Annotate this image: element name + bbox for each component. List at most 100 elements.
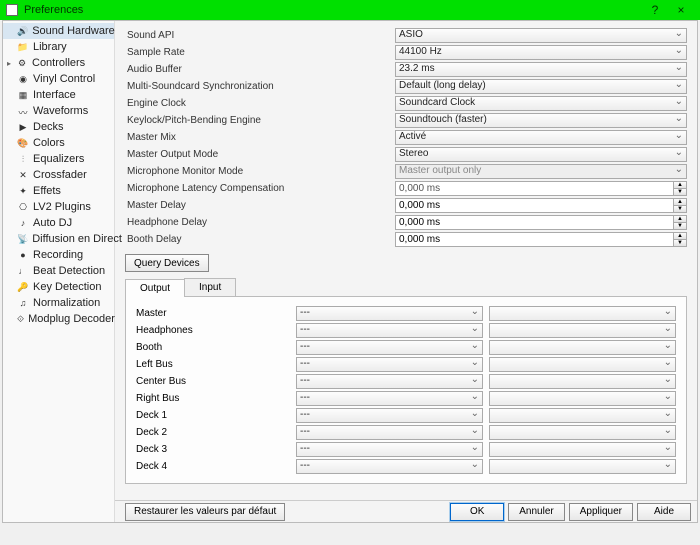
output-combo[interactable]: ---⌄ (296, 408, 483, 423)
output-combo[interactable]: ---⌄ (296, 374, 483, 389)
sidebar-item-controllers[interactable]: ▸⚙Controllers (3, 55, 114, 71)
sidebar-item-effets[interactable]: ✦Effets (3, 183, 114, 199)
output-grid: Master---⌄⌄Headphones---⌄⌄Booth---⌄⌄Left… (125, 297, 687, 484)
setting-spinbox[interactable] (395, 215, 673, 230)
setting-row: Sound APIASIO⌄ (125, 27, 687, 44)
help-button-footer[interactable]: Aide (637, 503, 691, 521)
setting-spinbox[interactable] (395, 232, 673, 247)
chevron-down-icon: ⌄ (664, 408, 672, 419)
setting-spinbox[interactable] (395, 198, 673, 213)
sidebar-item-recording[interactable]: ●Recording (3, 247, 114, 263)
sidebar-icon: ♪ (17, 218, 29, 228)
sidebar-item-library[interactable]: 📁Library (3, 39, 114, 55)
output-combo[interactable]: ---⌄ (296, 442, 483, 457)
output-combo[interactable]: ---⌄ (296, 357, 483, 372)
chevron-down-icon: ⌄ (471, 374, 479, 385)
setting-label: Multi-Soundcard Synchronization (125, 81, 395, 92)
setting-combo[interactable]: Soundtouch (faster)⌄ (395, 113, 687, 128)
sidebar-icon: ⟐ (17, 314, 24, 324)
output-row: Center Bus---⌄⌄ (136, 373, 676, 390)
ok-button[interactable]: OK (450, 503, 504, 521)
tab-input[interactable]: Input (184, 278, 236, 296)
sidebar-item-crossfader[interactable]: ✕Crossfader (3, 167, 114, 183)
sidebar-item-waveforms[interactable]: 〰Waveforms (3, 103, 114, 119)
spin-up-icon[interactable]: ▲ (673, 232, 687, 239)
spin-up-icon[interactable]: ▲ (673, 198, 687, 205)
sidebar-item-key-detection[interactable]: 🔑Key Detection (3, 279, 114, 295)
sidebar-item-beat-detection[interactable]: ♩Beat Detection (3, 263, 114, 279)
tab-output[interactable]: Output (125, 279, 185, 297)
sidebar-item-colors[interactable]: 🎨Colors (3, 135, 114, 151)
output-label: Center Bus (136, 376, 296, 387)
setting-label: Engine Clock (125, 98, 395, 109)
sidebar-item-vinyl-control[interactable]: ◉Vinyl Control (3, 71, 114, 87)
setting-spinbox (395, 181, 673, 196)
output-row: Master---⌄ ⌄ (136, 305, 676, 322)
setting-row: Audio Buffer23.2 ms⌄ (125, 61, 687, 78)
sidebar-item-interface[interactable]: ▦Interface (3, 87, 114, 103)
output-combo[interactable]: ⌄ (489, 374, 676, 389)
restore-defaults-button[interactable]: Restaurer les valeurs par défaut (125, 503, 285, 521)
sidebar-label: Sound Hardware (32, 25, 115, 37)
scroll-area[interactable]: Sound APIASIO⌄Sample Rate44100 Hz⌄Audio … (115, 21, 697, 500)
output-combo[interactable]: ---⌄ (296, 391, 483, 406)
setting-combo[interactable]: Soundcard Clock⌄ (395, 96, 687, 111)
setting-combo[interactable]: Activé⌄ (395, 130, 687, 145)
sidebar-item-equalizers[interactable]: ⫶Equalizers (3, 151, 114, 167)
output-combo[interactable]: ⌄ (489, 340, 676, 355)
sidebar-item-diffusion-en-direct[interactable]: 📡Diffusion en Direct (3, 231, 114, 247)
setting-combo[interactable]: Default (long delay)⌄ (395, 79, 687, 94)
sidebar-item-lv2-plugins[interactable]: ⎔LV2 Plugins (3, 199, 114, 215)
sidebar-icon: 🎨 (17, 138, 29, 148)
output-combo[interactable]: ⌄ (489, 442, 676, 457)
sidebar-item-modplug-decoder[interactable]: ⟐Modplug Decoder (3, 311, 114, 327)
output-label: Master (136, 308, 296, 319)
setting-label: Headphone Delay (125, 217, 395, 228)
setting-row: Master MixActivé⌄ (125, 129, 687, 146)
output-combo[interactable]: ⌄ (489, 459, 676, 474)
chevron-down-icon: ⌄ (664, 323, 672, 334)
chevron-down-icon: ⌄ (471, 408, 479, 419)
output-row: Deck 3---⌄⌄ (136, 441, 676, 458)
sidebar-item-decks[interactable]: ▶Decks (3, 119, 114, 135)
output-combo[interactable]: ---⌄ (296, 425, 483, 440)
setting-combo[interactable]: Stereo⌄ (395, 147, 687, 162)
apply-button[interactable]: Appliquer (569, 503, 633, 521)
titlebar: Preferences ? × (0, 0, 700, 20)
setting-combo[interactable]: 23.2 ms⌄ (395, 62, 687, 77)
output-combo[interactable]: ⌄ (489, 408, 676, 423)
chevron-down-icon: ⌄ (675, 130, 683, 141)
chevron-down-icon: ⌄ (664, 340, 672, 351)
output-combo[interactable]: ---⌄ (296, 340, 483, 355)
output-combo[interactable]: ⌄ (489, 425, 676, 440)
setting-row: Microphone Monitor ModeMaster output onl… (125, 163, 687, 180)
sidebar-label: LV2 Plugins (33, 201, 91, 213)
sidebar-label: Controllers (32, 57, 85, 69)
output-combo[interactable]: ⌄ (489, 357, 676, 372)
cancel-button[interactable]: Annuler (508, 503, 564, 521)
output-combo[interactable]: ---⌄ (296, 306, 483, 321)
spin-down-icon[interactable]: ▼ (673, 188, 687, 196)
sidebar-icon: ✦ (17, 186, 29, 196)
close-button[interactable]: × (668, 3, 694, 17)
spin-down-icon[interactable]: ▼ (673, 222, 687, 230)
help-button[interactable]: ? (642, 3, 668, 17)
spin-down-icon[interactable]: ▼ (673, 205, 687, 213)
setting-combo[interactable]: ASIO⌄ (395, 28, 687, 43)
sidebar-item-auto-dj[interactable]: ♪Auto DJ (3, 215, 114, 231)
query-devices-button[interactable]: Query Devices (125, 254, 209, 272)
sidebar-icon: ▦ (17, 90, 29, 100)
output-combo[interactable]: ⌄ (489, 391, 676, 406)
spin-up-icon[interactable]: ▲ (673, 215, 687, 222)
spin-up-icon[interactable]: ▲ (673, 181, 687, 188)
output-combo[interactable]: ⌄ (489, 306, 676, 321)
sidebar-label: Recording (33, 249, 83, 261)
output-combo[interactable]: ⌄ (489, 323, 676, 338)
sidebar-item-normalization[interactable]: ♫Normalization (3, 295, 114, 311)
output-combo[interactable]: ---⌄ (296, 459, 483, 474)
output-combo[interactable]: ---⌄ (296, 323, 483, 338)
spin-down-icon[interactable]: ▼ (673, 239, 687, 247)
sidebar-item-sound-hardware[interactable]: 🔊Sound Hardware (3, 23, 114, 39)
sidebar-icon: 🔑 (17, 282, 29, 292)
setting-combo[interactable]: 44100 Hz⌄ (395, 45, 687, 60)
